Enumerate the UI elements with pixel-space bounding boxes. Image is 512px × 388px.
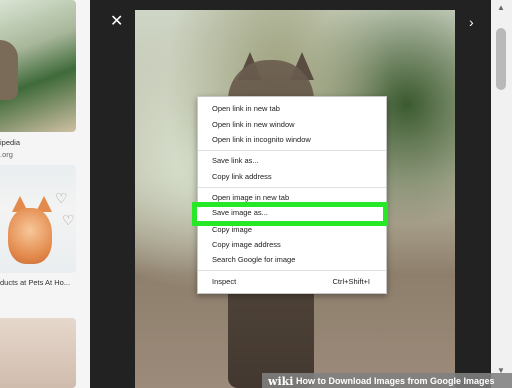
heart-icon: ♡ — [62, 212, 75, 228]
result-source[interactable]: ipedia — [0, 138, 20, 147]
menu-item-save-link-as[interactable]: Save link as... — [212, 156, 259, 165]
menu-item-inspect[interactable]: Inspect — [212, 277, 236, 286]
next-icon[interactable]: › — [469, 14, 474, 30]
menu-item-copy-image-address[interactable]: Copy image address — [212, 240, 281, 249]
inspect-shortcut: Ctrl+Shift+I — [332, 277, 370, 286]
cat-thumbnail-figure — [0, 40, 18, 100]
result-thumbnail-3[interactable] — [0, 318, 76, 388]
menu-item-open-link-incognito[interactable]: Open link in incognito window — [212, 135, 311, 144]
menu-separator — [198, 270, 386, 271]
context-menu: Open link in new tab Open link in new wi… — [197, 96, 387, 294]
menu-item-copy-link-address[interactable]: Copy link address — [212, 172, 272, 181]
article-title: How to Download Images from Google Image… — [296, 376, 495, 386]
scrollbar-thumb[interactable] — [496, 28, 506, 90]
menu-separator — [198, 187, 386, 188]
menu-item-open-link-new-tab[interactable]: Open link in new tab — [212, 104, 280, 113]
wikihow-logo: wiki — [268, 375, 294, 388]
menu-item-copy-image[interactable]: Copy image — [212, 225, 252, 234]
scroll-up-icon[interactable]: ▲ — [497, 3, 505, 12]
heart-icon: ♡ — [55, 190, 68, 206]
menu-item-save-image-as[interactable]: Save image as... — [212, 208, 268, 217]
menu-item-search-google-for-image[interactable]: Search Google for image — [212, 255, 295, 264]
result-domain: .org — [0, 150, 13, 159]
menu-item-open-image-new-tab[interactable]: Open image in new tab — [212, 193, 289, 202]
result-title[interactable]: ducts at Pets At Ho... — [0, 278, 70, 287]
kitten-illustration — [8, 208, 52, 264]
menu-separator — [198, 150, 386, 151]
close-icon[interactable]: ✕ — [110, 14, 123, 30]
menu-item-open-link-new-window[interactable]: Open link in new window — [212, 120, 295, 129]
